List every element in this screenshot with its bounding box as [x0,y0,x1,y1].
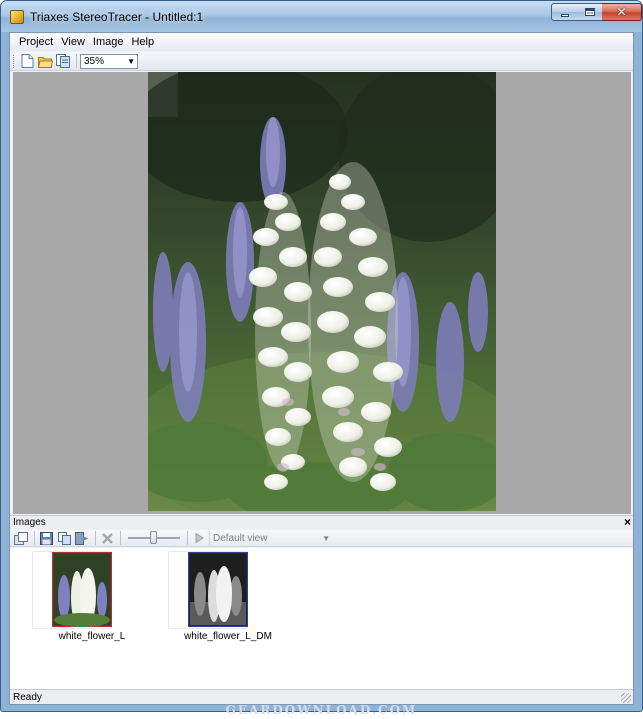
thumbnail-card[interactable]: white_flower_L [32,551,125,659]
copy-image-button[interactable] [56,530,72,546]
delete-image-button[interactable] [99,530,115,546]
images-list: white_flower_L white_flower_L_DM [10,548,633,689]
open-folder-icon [37,56,53,68]
image-list-icon [14,531,28,545]
chevron-down-icon: ▼ [127,56,135,66]
menu-help-label: Help [131,36,155,48]
close-button[interactable]: ✕ [602,3,642,21]
depthmap-thumbnail-image [188,552,248,627]
play-icon [195,533,204,543]
delete-icon [101,532,113,544]
menu-view[interactable]: View [57,36,89,48]
save-icon [56,54,70,68]
new-file-icon [21,54,33,68]
images-panel-title: Images [13,517,46,528]
save-button[interactable] [55,53,71,69]
copy-icon [57,531,71,545]
minimize-button[interactable] [551,3,578,21]
thumbnail-color-image[interactable] [52,552,112,627]
title-bar[interactable]: Triaxes StereoTracer - Untitled:1 ✕ [1,1,642,32]
chevron-down-icon: ▼ [322,533,330,543]
maximize-icon [584,8,595,16]
menu-project-label: Project [19,36,54,48]
toolbar-grip[interactable] [13,54,16,68]
play-button[interactable] [191,530,207,546]
flower-thumbnail-image [52,552,112,627]
menu-image[interactable]: Image [89,36,128,48]
main-toolbar: 35% ▼ [10,52,633,71]
menu-bar: Project View Image Help [10,33,633,51]
menu-image-label: Image [92,36,124,48]
toolbar-separator [187,531,188,545]
flower-photo-image [148,72,496,511]
toolbar-separator [34,531,35,545]
image-canvas[interactable] [13,72,631,514]
panel-close-icon[interactable]: × [624,516,631,529]
status-text: Ready [13,691,42,703]
export-icon [75,531,88,545]
thumbnail-label: white_flower_L_DM [184,631,272,642]
status-bar: Ready [10,689,633,704]
stereo-photo[interactable] [148,72,496,511]
toolbar-separator [76,54,77,68]
maximize-button[interactable] [577,3,603,21]
app-window: Triaxes StereoTracer - Untitled:1 ✕ Proj… [0,0,643,712]
resize-grip-icon[interactable] [621,693,631,703]
thumbnail-card[interactable]: white_flower_L_DM [168,551,272,659]
window-title: Triaxes StereoTracer - Untitled:1 [30,10,204,24]
export-image-button[interactable] [74,530,90,546]
zoom-select[interactable]: 35% ▼ [80,53,138,69]
menu-project[interactable]: Project [15,36,57,48]
toolbar-separator [95,531,96,545]
watermark-text: GEARDOWNLOAD.COM [225,703,418,717]
depth-slider[interactable] [128,531,180,544]
image-list-button[interactable] [13,530,29,546]
open-button[interactable] [37,53,53,69]
close-icon: ✕ [616,5,627,19]
menu-help[interactable]: Help [127,36,158,48]
view-mode-select[interactable]: Default view ▼ [209,531,333,545]
app-icon [10,10,24,24]
save-image-button[interactable] [38,530,54,546]
view-mode-value: Default view [213,532,268,544]
client-area: Project View Image Help 35% ▼ Images × D… [9,32,634,705]
slider-thumb[interactable] [150,531,157,544]
minimize-icon [560,14,569,17]
menu-view-label: View [61,36,85,48]
save-icon [39,531,53,545]
new-file-button[interactable] [19,53,35,69]
thumbnail-depthmap-image[interactable] [188,552,248,627]
toolbar-separator [120,531,121,545]
images-toolbar: Default view ▼ [10,530,633,547]
images-panel-header: Images × [10,515,633,529]
zoom-value: 35% [84,55,105,67]
